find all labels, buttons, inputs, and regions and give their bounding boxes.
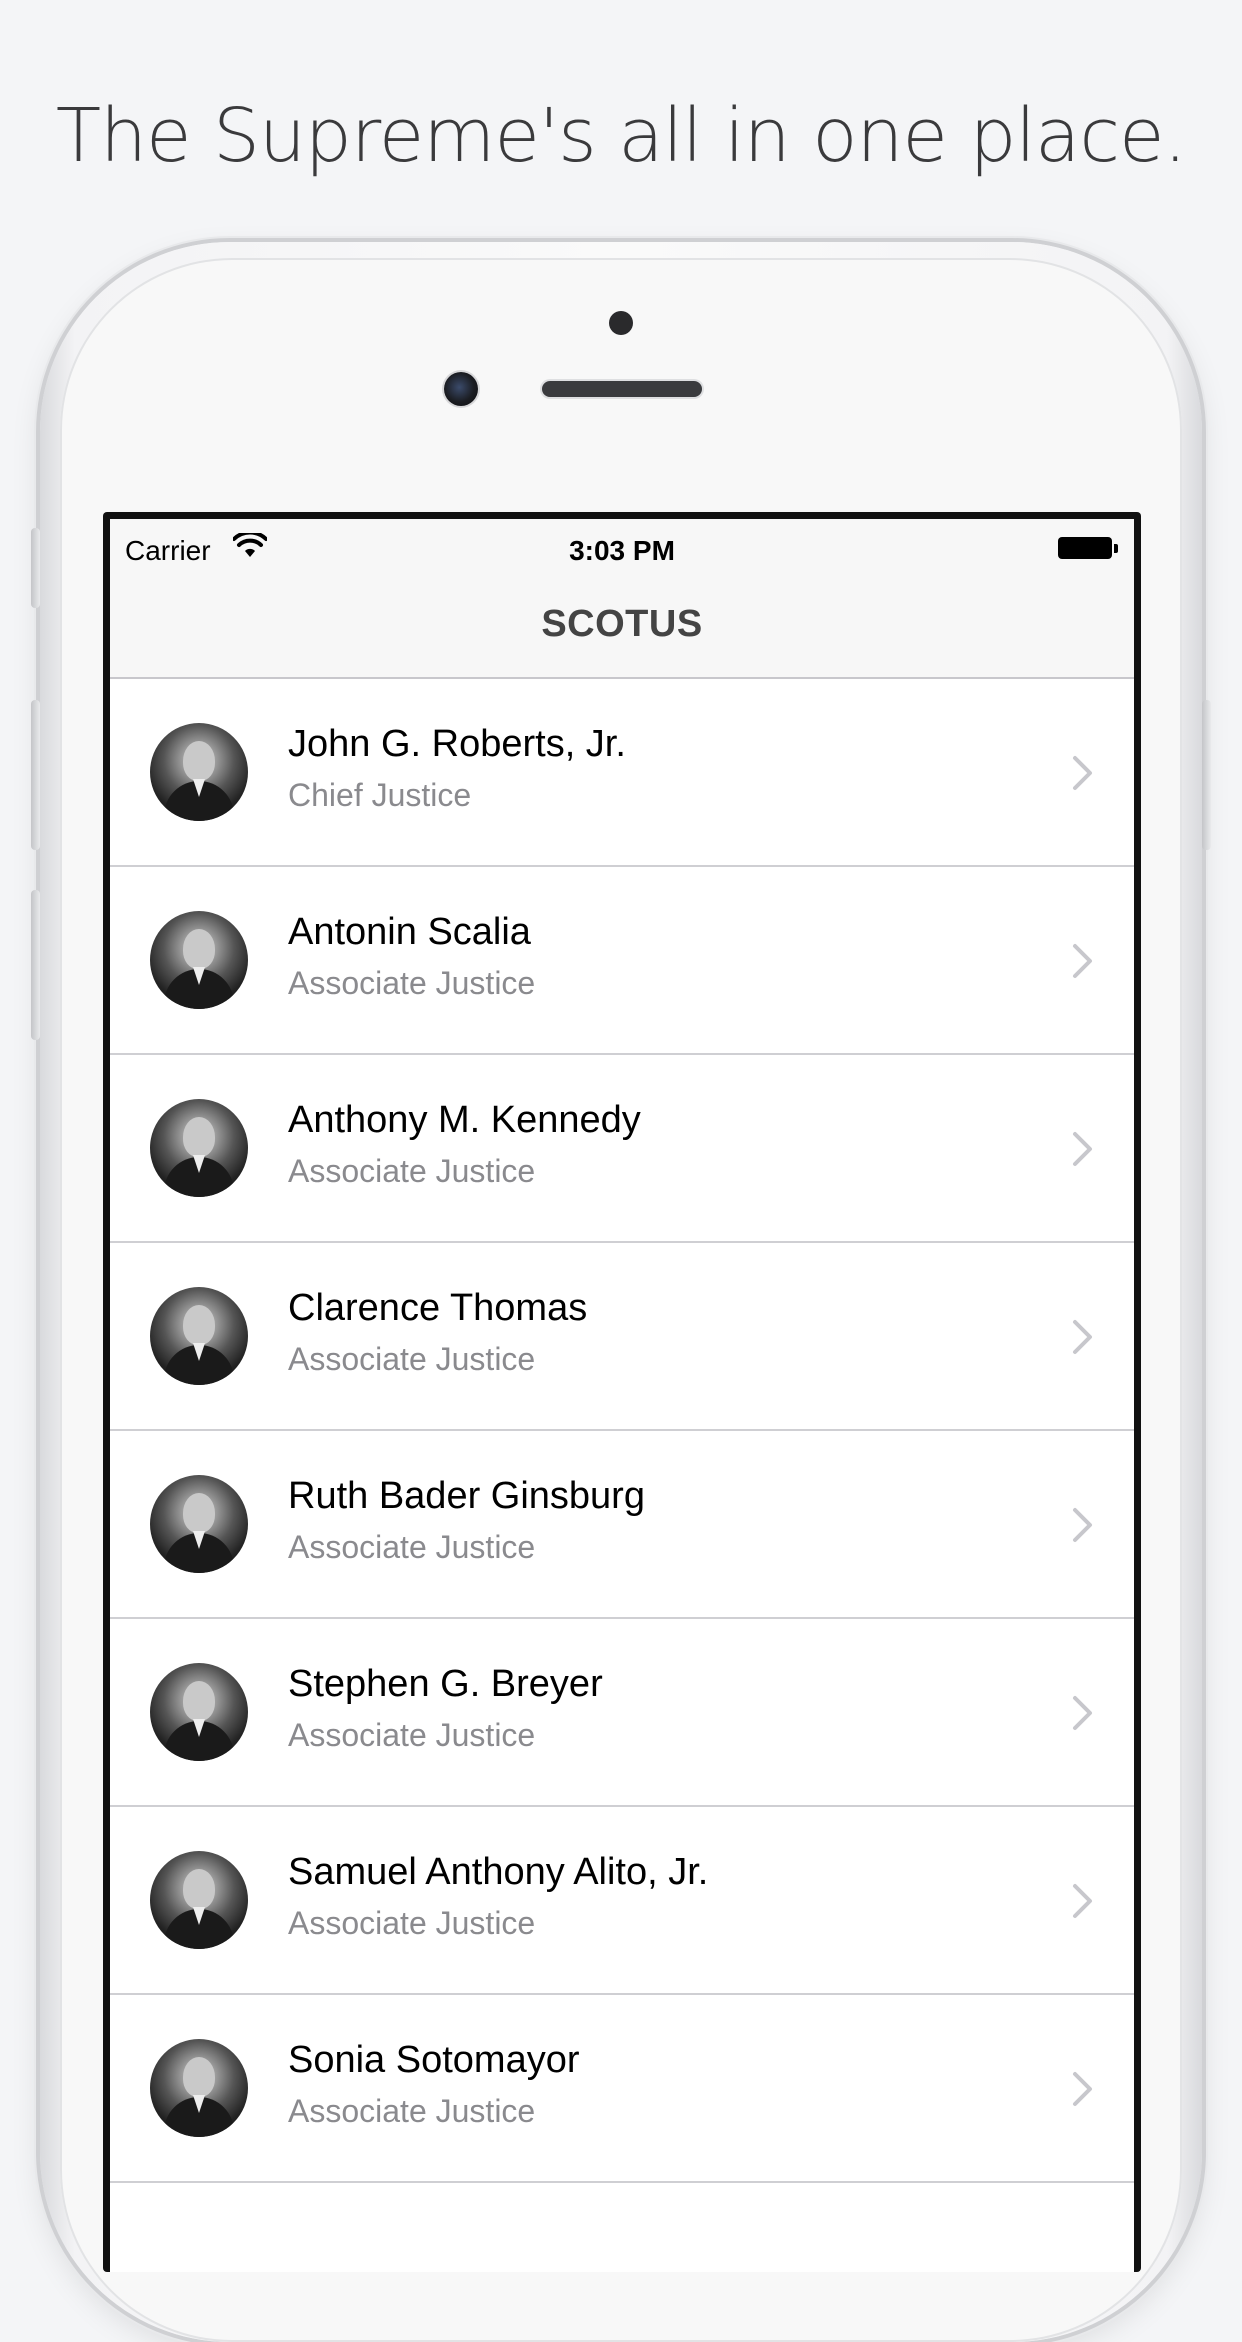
justice-title: Associate Justice xyxy=(288,1717,536,1753)
chevron-right-icon xyxy=(1073,944,1092,978)
chevron-right-icon xyxy=(1073,1696,1092,1730)
navigation-bar: SCOTUS xyxy=(110,579,1134,679)
earpiece-speaker xyxy=(542,381,702,397)
status-bar: Carrier 3:03 PM xyxy=(110,519,1134,579)
volume-down-button xyxy=(31,890,40,1040)
justice-title: Associate Justice xyxy=(288,2093,536,2129)
justice-row[interactable]: Anthony M. Kennedy Associate Justice xyxy=(110,1055,1134,1243)
justice-title: Associate Justice xyxy=(288,1905,536,1941)
justice-name: Sonia Sotomayor xyxy=(288,2039,580,2081)
justice-avatar xyxy=(150,911,248,1009)
justice-row[interactable]: Ruth Bader Ginsburg Associate Justice xyxy=(110,1431,1134,1619)
justice-avatar xyxy=(150,1663,248,1761)
front-camera xyxy=(444,372,478,406)
nav-title: SCOTUS xyxy=(541,603,703,645)
justice-avatar xyxy=(150,1099,248,1197)
justice-title: Associate Justice xyxy=(288,1341,536,1377)
chevron-right-icon xyxy=(1073,1508,1092,1542)
chevron-right-icon xyxy=(1073,2072,1092,2106)
justice-avatar xyxy=(150,2039,248,2137)
power-button xyxy=(1202,700,1211,850)
justice-row[interactable]: Stephen G. Breyer Associate Justice xyxy=(110,1619,1134,1807)
justice-name: John G. Roberts, Jr. xyxy=(288,723,626,765)
status-time: 3:03 PM xyxy=(569,535,675,566)
justice-row[interactable]: Clarence Thomas Associate Justice xyxy=(110,1243,1134,1431)
app-screen: Carrier 3:03 PM SCOTUS John G. Roberts, … xyxy=(110,519,1134,2272)
justice-name: Anthony M. Kennedy xyxy=(288,1099,641,1141)
justice-title: Chief Justice xyxy=(288,777,472,813)
justice-avatar xyxy=(150,723,248,821)
mute-switch xyxy=(31,528,40,608)
justice-row[interactable]: Samuel Anthony Alito, Jr. Associate Just… xyxy=(110,1807,1134,1995)
battery-icon xyxy=(1058,537,1120,561)
justice-avatar xyxy=(150,1287,248,1385)
justice-row[interactable]: Antonin Scalia Associate Justice xyxy=(110,867,1134,1055)
proximity-sensor xyxy=(609,311,633,335)
justice-name: Samuel Anthony Alito, Jr. xyxy=(288,1851,709,1893)
justice-row[interactable]: Sonia Sotomayor Associate Justice xyxy=(110,1995,1134,2183)
justice-title: Associate Justice xyxy=(288,965,536,1001)
justice-title: Associate Justice xyxy=(288,1529,536,1565)
justice-name: Clarence Thomas xyxy=(288,1287,588,1329)
chevron-right-icon xyxy=(1073,756,1092,790)
chevron-right-icon xyxy=(1073,1132,1092,1166)
justice-name: Stephen G. Breyer xyxy=(288,1663,603,1705)
justice-row[interactable]: John G. Roberts, Jr. Chief Justice xyxy=(110,679,1134,867)
justice-avatar xyxy=(150,1475,248,1573)
justice-avatar xyxy=(150,1851,248,1949)
chevron-right-icon xyxy=(1073,1320,1092,1354)
justice-name: Ruth Bader Ginsburg xyxy=(288,1475,645,1517)
phone-screen: Carrier 3:03 PM SCOTUS John G. Roberts, … xyxy=(103,512,1141,2272)
justices-list: John G. Roberts, Jr. Chief Justice Anton… xyxy=(110,679,1134,2183)
marketing-headline: The Supreme's all in one place. xyxy=(55,93,1187,179)
volume-up-button xyxy=(31,700,40,850)
justice-name: Antonin Scalia xyxy=(288,911,531,953)
chevron-right-icon xyxy=(1073,1884,1092,1918)
justice-title: Associate Justice xyxy=(288,1153,536,1189)
